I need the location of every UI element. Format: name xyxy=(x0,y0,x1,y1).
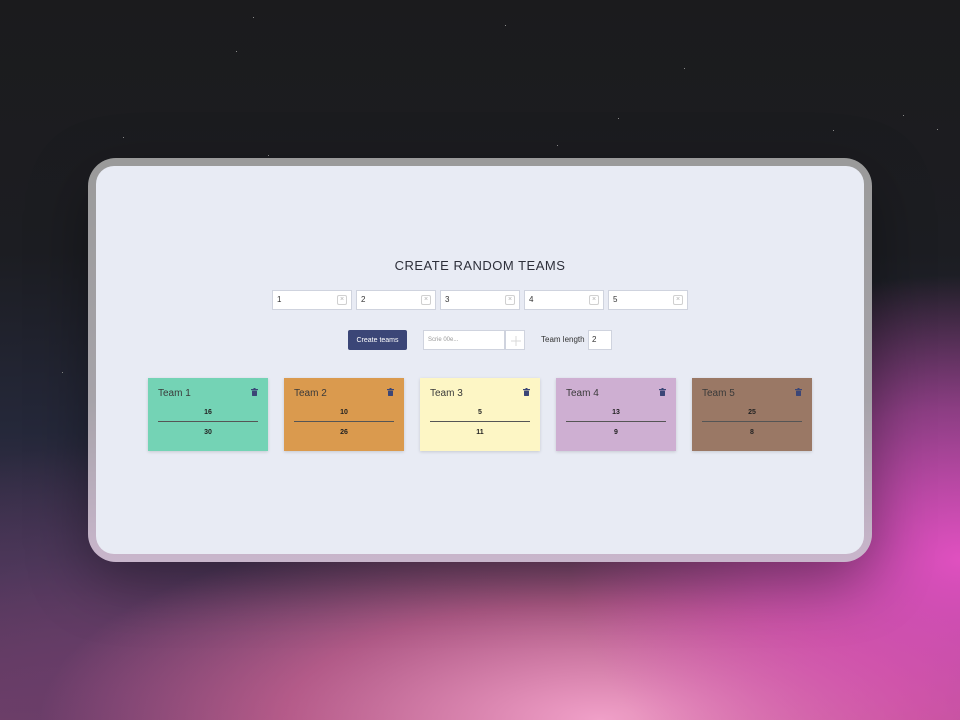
close-icon[interactable]: × xyxy=(589,295,599,305)
trash-icon[interactable] xyxy=(387,388,394,396)
member-name-input[interactable]: Scrie 00e... xyxy=(423,330,505,350)
close-icon[interactable]: × xyxy=(337,295,347,305)
team-card: Team 5 25 8 xyxy=(692,378,812,451)
team-member: 25 xyxy=(748,409,756,416)
member-field-value: 3 xyxy=(445,295,450,304)
background-star xyxy=(236,51,237,52)
team-member: 26 xyxy=(340,429,348,436)
plus-icon xyxy=(511,336,521,346)
team-name: Team 1 xyxy=(158,388,191,399)
member-divider xyxy=(702,421,802,422)
controls-row: Create teams Scrie 00e... Team length 2 xyxy=(96,330,864,350)
member-field[interactable]: 1 × xyxy=(272,290,352,310)
background-star xyxy=(903,115,904,116)
member-field[interactable]: 2 × xyxy=(356,290,436,310)
team-member: 11 xyxy=(476,429,484,436)
team-name: Team 5 xyxy=(702,388,735,399)
trash-icon[interactable] xyxy=(795,388,802,396)
member-field-value: 5 xyxy=(613,295,618,304)
member-divider xyxy=(158,421,258,422)
background-star xyxy=(253,17,254,18)
member-field[interactable]: 4 × xyxy=(524,290,604,310)
close-icon[interactable]: × xyxy=(505,295,515,305)
team-name: Team 2 xyxy=(294,388,327,399)
app-screen: CREATE RANDOM TEAMS 1 × 2 × 3 × 4 × 5 × … xyxy=(96,166,864,554)
add-member-button[interactable] xyxy=(505,330,525,350)
member-field-value: 2 xyxy=(361,295,366,304)
background-star xyxy=(62,372,63,373)
member-field[interactable]: 3 × xyxy=(440,290,520,310)
team-name: Team 4 xyxy=(566,388,599,399)
page-title: CREATE RANDOM TEAMS xyxy=(394,258,566,273)
teams-row: Team 1 16 30 Team 2 10 26 Team 3 5 11 Te… xyxy=(148,378,812,451)
member-inputs-row: 1 × 2 × 3 × 4 × 5 × xyxy=(272,290,688,310)
member-divider xyxy=(294,421,394,422)
team-member: 8 xyxy=(750,429,754,436)
team-member: 30 xyxy=(204,429,212,436)
background-star xyxy=(618,118,619,119)
team-card: Team 1 16 30 xyxy=(148,378,268,451)
team-member: 5 xyxy=(478,409,482,416)
team-member: 13 xyxy=(612,409,620,416)
trash-icon[interactable] xyxy=(659,388,666,396)
member-field[interactable]: 5 × xyxy=(608,290,688,310)
close-icon[interactable]: × xyxy=(673,295,683,305)
team-card: Team 4 13 9 xyxy=(556,378,676,451)
background-star xyxy=(833,130,834,131)
team-length-input[interactable]: 2 xyxy=(588,330,612,350)
trash-icon[interactable] xyxy=(251,388,258,396)
member-field-value: 1 xyxy=(277,295,282,304)
team-card: Team 2 10 26 xyxy=(284,378,404,451)
member-field-value: 4 xyxy=(529,295,534,304)
trash-icon[interactable] xyxy=(523,388,530,396)
background-star xyxy=(505,25,506,26)
background-star xyxy=(268,155,269,156)
team-card: Team 3 5 11 xyxy=(420,378,540,451)
team-member: 16 xyxy=(204,409,212,416)
background-star xyxy=(123,137,124,138)
close-icon[interactable]: × xyxy=(421,295,431,305)
member-divider xyxy=(566,421,666,422)
team-member: 10 xyxy=(340,409,348,416)
background-star xyxy=(557,145,558,146)
background-star xyxy=(937,129,938,130)
member-divider xyxy=(430,421,530,422)
team-name: Team 3 xyxy=(430,388,463,399)
background-star xyxy=(684,68,685,69)
team-member: 9 xyxy=(614,429,618,436)
create-teams-button[interactable]: Create teams xyxy=(348,330,407,350)
team-length-label: Team length xyxy=(541,335,585,344)
